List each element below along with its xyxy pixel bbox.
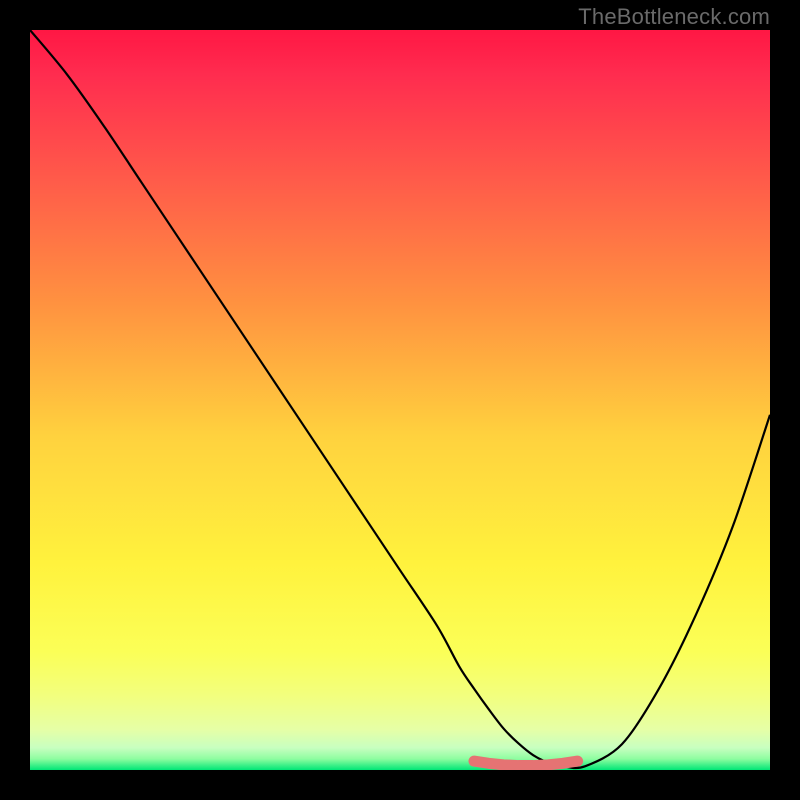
attribution-watermark: TheBottleneck.com — [578, 4, 770, 30]
chart-frame: TheBottleneck.com — [0, 0, 800, 800]
bottleneck-chart — [30, 30, 770, 770]
plot-area — [30, 30, 770, 770]
valley-marker — [474, 761, 578, 765]
gradient-background — [30, 30, 770, 770]
